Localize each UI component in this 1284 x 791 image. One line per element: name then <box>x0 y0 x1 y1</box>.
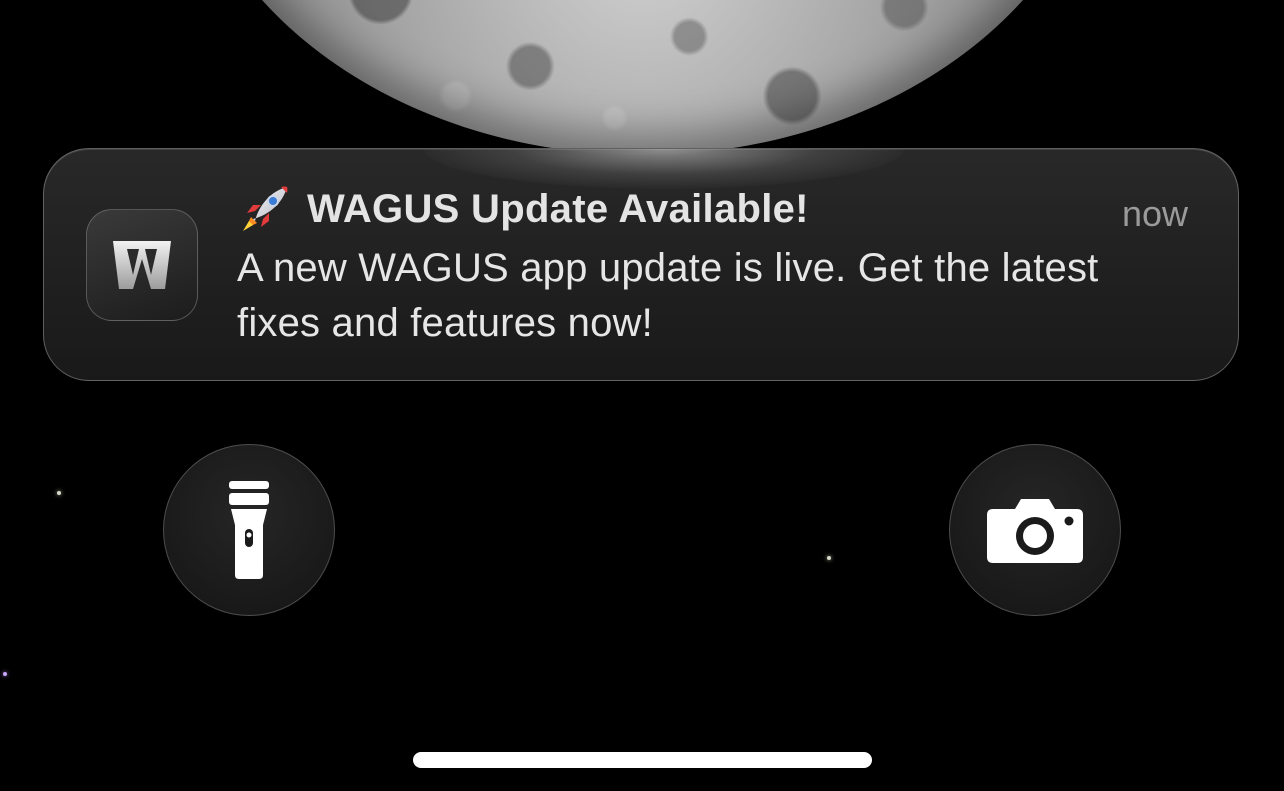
star <box>3 672 7 676</box>
notification-body: A new WAGUS app update is live. Get the … <box>237 246 1099 345</box>
notification-time: now <box>1121 193 1188 234</box>
wagus-app-icon <box>86 209 198 321</box>
wagus-logo-icon <box>113 241 171 289</box>
notification-title: WAGUS Update Available! <box>307 186 809 231</box>
star <box>57 491 61 495</box>
camera-icon <box>987 499 1083 563</box>
star <box>827 556 831 560</box>
flashlight-button[interactable] <box>163 444 335 616</box>
lock-screen: WAGUS Update Available! now A new WAGUS … <box>0 0 1284 791</box>
flashlight-icon <box>229 481 269 579</box>
update-notification[interactable]: WAGUS Update Available! now A new WAGUS … <box>43 148 1239 381</box>
moon-wallpaper <box>175 0 1110 155</box>
camera-button[interactable] <box>949 444 1121 616</box>
home-indicator[interactable] <box>413 752 872 768</box>
rocket-icon <box>243 186 288 231</box>
